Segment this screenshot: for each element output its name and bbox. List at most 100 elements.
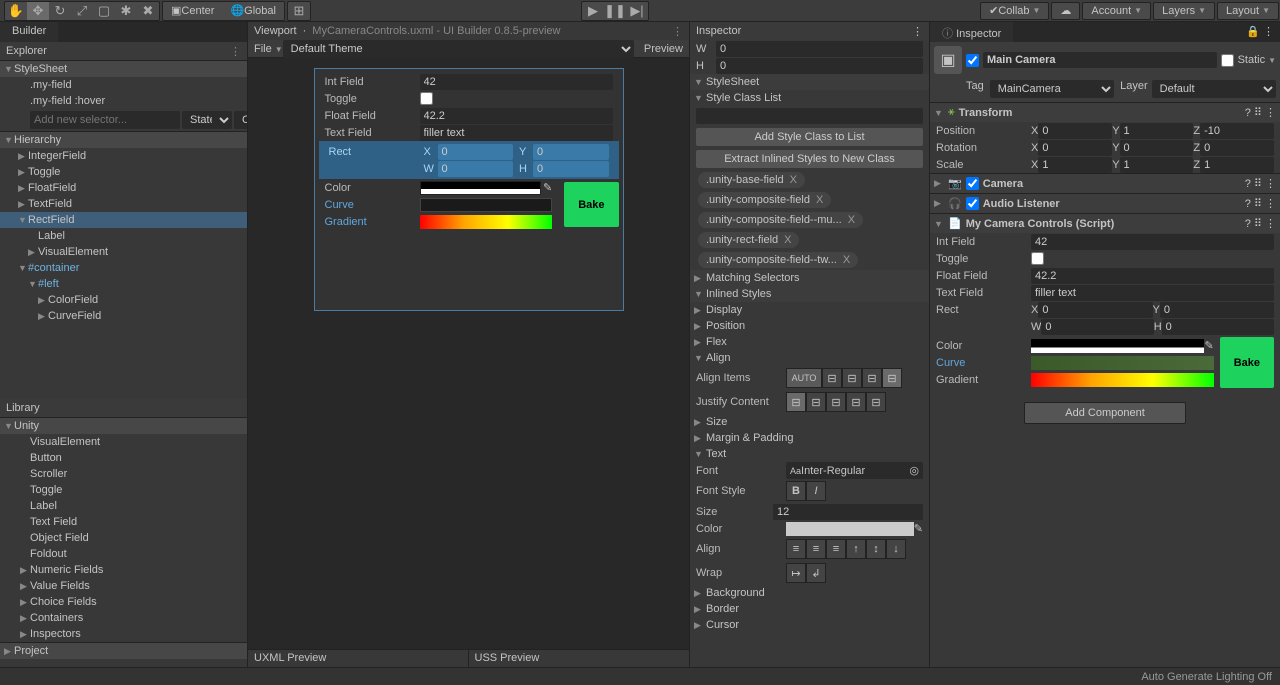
- tree-item[interactable]: ▼#container: [0, 260, 247, 276]
- tree-item[interactable]: ▶Toggle: [0, 164, 247, 180]
- rot-y[interactable]: [1120, 140, 1194, 156]
- lib-item[interactable]: Label: [0, 498, 247, 514]
- audio-header[interactable]: ▶🎧Audio Listener? ⠿ ⋮: [930, 193, 1280, 213]
- script-rect-y[interactable]: [1160, 302, 1274, 318]
- script-rect-w[interactable]: [1041, 319, 1153, 335]
- script-gradient[interactable]: [1031, 373, 1214, 387]
- class-input[interactable]: [696, 108, 923, 124]
- tab-builder[interactable]: Builder: [0, 22, 58, 42]
- uss-preview-tab[interactable]: USS Preview: [469, 650, 690, 667]
- classlist-foldout[interactable]: ▼Style Class List: [690, 90, 929, 106]
- lib-item[interactable]: Button: [0, 450, 247, 466]
- preview-button[interactable]: Preview: [644, 43, 683, 55]
- align-foldout[interactable]: ▼Align: [690, 350, 929, 366]
- cloud-button[interactable]: ☁: [1051, 2, 1080, 20]
- pause-icon[interactable]: ❚❚: [604, 2, 626, 20]
- rot-x[interactable]: [1038, 140, 1112, 156]
- gradient-field[interactable]: [420, 215, 553, 229]
- remove-chip-icon[interactable]: X: [784, 234, 791, 246]
- justify-around-icon[interactable]: ⊟: [866, 392, 886, 412]
- align-left-icon[interactable]: ≡: [786, 539, 806, 559]
- add-class-button[interactable]: Add Style Class to List: [696, 128, 923, 146]
- lib-item[interactable]: Text Field: [0, 514, 247, 530]
- audio-enable[interactable]: [966, 197, 979, 210]
- class-select[interactable]: Class: [234, 111, 247, 129]
- library-unity[interactable]: ▼Unity: [0, 417, 247, 434]
- selector-item[interactable]: .my-field :hover: [0, 93, 247, 109]
- align-center-icon[interactable]: ⊟: [842, 368, 862, 388]
- lib-item[interactable]: Foldout: [0, 546, 247, 562]
- position-foldout[interactable]: ▶Position: [690, 318, 929, 334]
- extract-button[interactable]: Extract Inlined Styles to New Class: [696, 150, 923, 168]
- align-end-icon[interactable]: ⊟: [862, 368, 882, 388]
- display-foldout[interactable]: ▶Display: [690, 302, 929, 318]
- float-field-input[interactable]: [420, 108, 613, 124]
- camera-header[interactable]: ▶📷Camera? ⠿ ⋮: [930, 173, 1280, 193]
- align-center-icon[interactable]: ≡: [806, 539, 826, 559]
- tag-select[interactable]: MainCamera: [990, 80, 1114, 98]
- remove-chip-icon[interactable]: X: [848, 214, 855, 226]
- w-input[interactable]: [716, 41, 923, 57]
- lib-item[interactable]: ▶Inspectors: [0, 626, 247, 642]
- scale-y[interactable]: [1120, 157, 1194, 173]
- size-input[interactable]: [773, 504, 923, 520]
- bold-button[interactable]: B: [786, 481, 806, 501]
- bake-button[interactable]: Bake: [564, 182, 618, 227]
- step-icon[interactable]: ▶|: [626, 2, 648, 20]
- stylesheet-foldout[interactable]: ▼StyleSheet: [690, 74, 929, 90]
- rect-y-input[interactable]: [533, 144, 609, 160]
- tree-item[interactable]: ▼#left: [0, 276, 247, 292]
- tab-inspector[interactable]: ⓘ Inspector: [930, 22, 1013, 42]
- uxml-preview-tab[interactable]: UXML Preview: [248, 650, 469, 667]
- hierarchy-section[interactable]: ▼Hierarchy: [0, 131, 247, 148]
- remove-chip-icon[interactable]: X: [843, 254, 850, 266]
- pos-y[interactable]: [1120, 123, 1194, 139]
- background-foldout[interactable]: ▶Background: [690, 585, 929, 601]
- h-input[interactable]: [716, 58, 923, 74]
- align-bot-icon[interactable]: ↓: [886, 539, 906, 559]
- wrap-icon[interactable]: ↲: [806, 563, 826, 583]
- pos-z[interactable]: [1200, 123, 1274, 139]
- italic-button[interactable]: I: [806, 481, 826, 501]
- justify-center-icon[interactable]: ⊟: [806, 392, 826, 412]
- size-foldout[interactable]: ▶Size: [690, 414, 929, 430]
- text-field-input[interactable]: [420, 125, 613, 141]
- font-field[interactable]: Aa Inter-Regular◎: [786, 462, 923, 479]
- tree-item-rectfield[interactable]: ▼RectField: [0, 212, 247, 228]
- menu-icon[interactable]: ⋮: [230, 45, 241, 58]
- script-float-input[interactable]: [1031, 268, 1274, 284]
- cursor-foldout[interactable]: ▶Cursor: [690, 617, 929, 633]
- script-bake-button[interactable]: Bake: [1220, 337, 1274, 388]
- tree-item[interactable]: ▶TextField: [0, 196, 247, 212]
- script-toggle[interactable]: [1031, 252, 1044, 265]
- script-header[interactable]: ▼📄My Camera Controls (Script)? ⠿ ⋮: [930, 213, 1280, 233]
- rot-z[interactable]: [1200, 140, 1274, 156]
- border-foldout[interactable]: ▶Border: [690, 601, 929, 617]
- help-icon[interactable]: ? ⠿ ⋮: [1245, 106, 1276, 119]
- state-select[interactable]: State: [182, 111, 232, 129]
- theme-select[interactable]: Default Theme: [283, 40, 634, 58]
- flex-foldout[interactable]: ▶Flex: [690, 334, 929, 350]
- class-chip[interactable]: .unity-composite-fieldX: [698, 192, 831, 208]
- rect-x-input[interactable]: [438, 144, 514, 160]
- rotate-tool-icon[interactable]: ↻: [49, 2, 71, 20]
- pivot-button[interactable]: ▣ Center: [163, 2, 222, 20]
- align-right-icon[interactable]: ≡: [826, 539, 846, 559]
- remove-chip-icon[interactable]: X: [790, 174, 797, 186]
- tree-item[interactable]: ▶VisualElement: [0, 244, 247, 260]
- matching-foldout[interactable]: ▶Matching Selectors: [690, 270, 929, 286]
- rect-tool-icon[interactable]: ▢: [93, 2, 115, 20]
- lib-item[interactable]: ▶Numeric Fields: [0, 562, 247, 578]
- script-int-input[interactable]: [1031, 234, 1274, 250]
- lib-item[interactable]: ▶Value Fields: [0, 578, 247, 594]
- layout-button[interactable]: Layout▼: [1217, 2, 1279, 20]
- class-chip[interactable]: .unity-composite-field--mu...X: [698, 212, 863, 228]
- script-text-input[interactable]: [1031, 285, 1274, 301]
- nowrap-icon[interactable]: ↦: [786, 563, 806, 583]
- lib-item[interactable]: Object Field: [0, 530, 247, 546]
- tree-item[interactable]: ▶IntegerField: [0, 148, 247, 164]
- tree-item[interactable]: ▶CurveField: [0, 308, 247, 324]
- tree-item[interactable]: Label: [0, 228, 247, 244]
- eyedropper-icon[interactable]: ✎: [914, 522, 923, 535]
- lib-item[interactable]: Toggle: [0, 482, 247, 498]
